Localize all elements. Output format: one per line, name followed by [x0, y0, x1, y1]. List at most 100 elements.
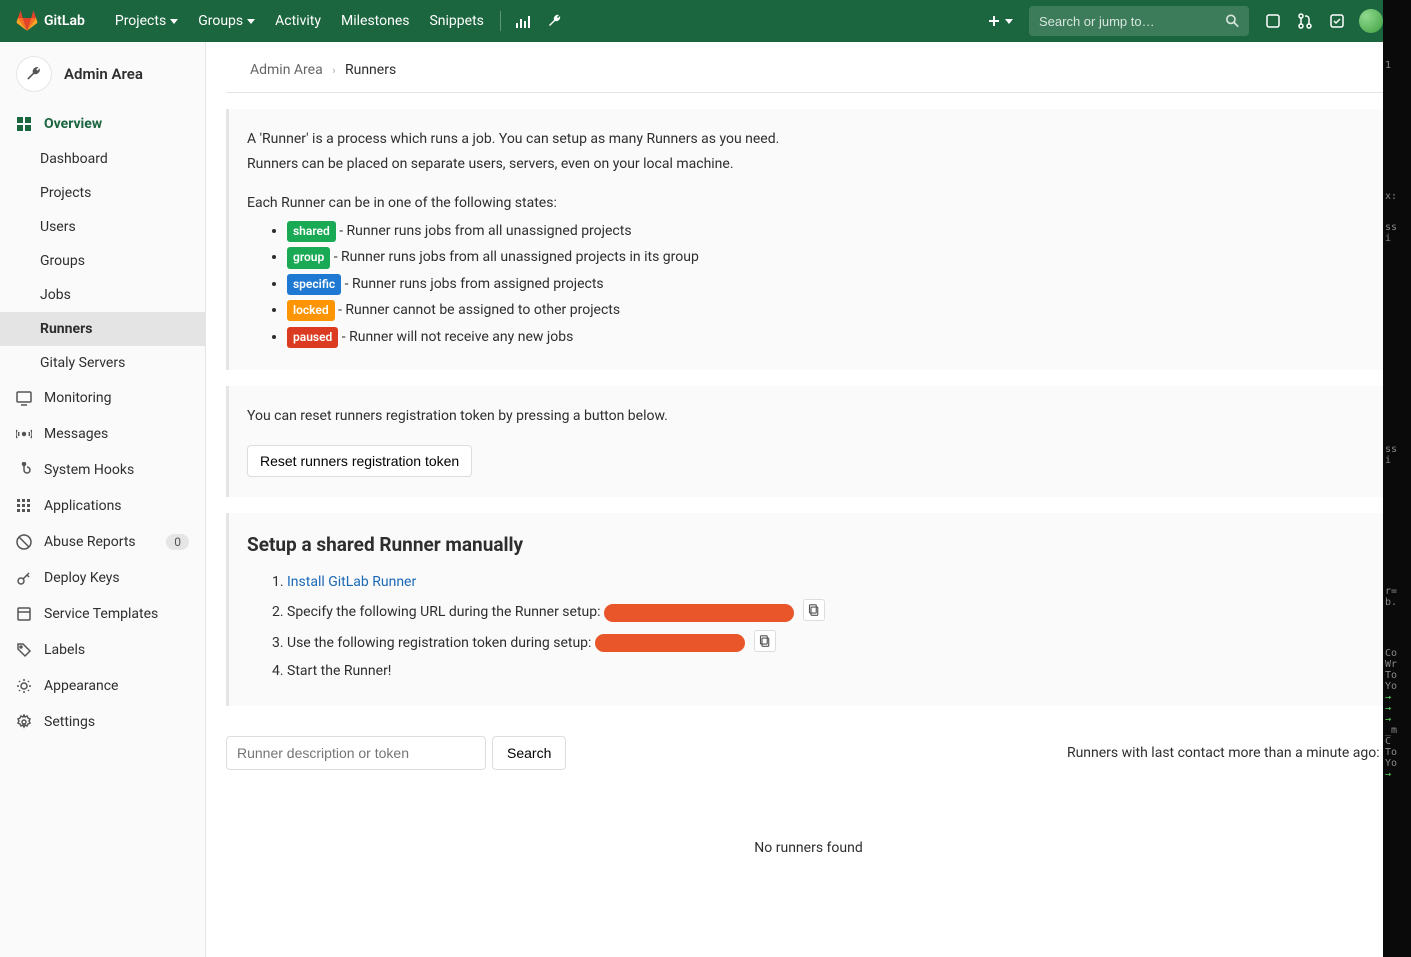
new-dropdown[interactable] [979, 0, 1021, 42]
runner-search-button[interactable]: Search [492, 736, 566, 770]
reset-token-button[interactable]: Reset runners registration token [247, 445, 472, 477]
search-row: Search Runners with last contact more th… [226, 736, 1391, 770]
sidebar-item-appearance[interactable]: Appearance [0, 668, 205, 704]
sidebar-item-hooks[interactable]: System Hooks [0, 452, 205, 488]
nav-groups[interactable]: Groups [188, 0, 265, 42]
info-line-1: A 'Runner' is a process which runs a job… [247, 129, 1373, 150]
info-line-2: Runners can be placed on separate users,… [247, 154, 1373, 175]
sidebar-item-messages[interactable]: Messages [0, 416, 205, 452]
install-runner-link[interactable]: Install GitLab Runner [287, 574, 416, 590]
runner-state-item: locked - Runner cannot be assigned to ot… [287, 297, 1373, 323]
sidebar: Admin Area Overview Dashboard Projects U… [0, 42, 206, 957]
label-icon [16, 642, 32, 658]
sidebar-item-abuse[interactable]: Abuse Reports 0 [0, 524, 205, 560]
state-badge: group [287, 247, 330, 268]
merge-requests-icon-button[interactable] [1289, 0, 1321, 42]
merge-icon [1297, 13, 1313, 29]
todos-icon-button[interactable] [1321, 0, 1353, 42]
sidebar-item-groups[interactable]: Groups [0, 244, 205, 278]
info-line-3: Each Runner can be in one of the followi… [247, 193, 1373, 214]
search-icon [1226, 14, 1239, 28]
sidebar-title: Admin Area [64, 65, 143, 83]
terminal-strip: 1 x: ss i ss i r= b. Co Wr To Yo → → → _… [1383, 0, 1411, 957]
setup-step-2: Specify the following URL during the Run… [287, 596, 1373, 626]
sidebar-item-jobs[interactable]: Jobs [0, 278, 205, 312]
setup-heading: Setup a shared Runner manually [247, 533, 1373, 556]
sidebar-item-settings[interactable]: Settings [0, 704, 205, 740]
sidebar-item-deploykeys[interactable]: Deploy Keys [0, 560, 205, 596]
gitlab-icon [16, 10, 38, 32]
sidebar-overview[interactable]: Overview [0, 106, 205, 142]
sidebar-item-dashboard[interactable]: Dashboard [0, 142, 205, 176]
state-badge: specific [287, 274, 341, 295]
sidebar-item-users[interactable]: Users [0, 210, 205, 244]
breadcrumb-current: Runners [345, 62, 396, 78]
setup-step-3: Use the following registration token dur… [287, 627, 1373, 657]
chevron-down-icon [247, 19, 255, 24]
broadcast-icon [16, 426, 32, 442]
copy-url-button[interactable] [803, 599, 825, 621]
main-content: Admin Area › Runners A 'Runner' is a pro… [206, 42, 1411, 957]
user-avatar[interactable] [1359, 9, 1383, 33]
appearance-icon [16, 678, 32, 694]
setup-panel: Setup a shared Runner manually Install G… [226, 513, 1391, 706]
abuse-count-badge: 0 [166, 534, 189, 550]
monitor-icon [16, 390, 32, 406]
state-badge: locked [287, 300, 335, 321]
sidebar-item-labels[interactable]: Labels [0, 632, 205, 668]
chevron-down-icon [1005, 19, 1013, 24]
empty-state: No runners found [206, 770, 1411, 926]
issues-icon [1265, 13, 1281, 29]
apps-icon [16, 498, 32, 514]
sidebar-item-gitaly[interactable]: Gitaly Servers [0, 346, 205, 380]
runners-contact-status: Runners with last contact more than a mi… [1067, 745, 1391, 761]
template-icon [16, 606, 32, 622]
runner-state-item: paused - Runner will not receive any new… [287, 324, 1373, 350]
redacted-url [604, 604, 794, 622]
search-input[interactable] [1039, 14, 1226, 29]
copy-token-button[interactable] [754, 630, 776, 652]
clipboard-icon [808, 604, 820, 616]
nav-milestones[interactable]: Milestones [331, 0, 420, 42]
admin-icon-button[interactable] [539, 0, 571, 42]
nav-activity[interactable]: Activity [265, 0, 331, 42]
sidebar-item-templates[interactable]: Service Templates [0, 596, 205, 632]
gear-icon [16, 714, 32, 730]
reset-panel: You can reset runners registration token… [226, 386, 1391, 497]
nav-snippets[interactable]: Snippets [419, 0, 493, 42]
sidebar-item-monitoring[interactable]: Monitoring [0, 380, 205, 416]
breadcrumb-parent[interactable]: Admin Area [250, 62, 323, 78]
hook-icon [16, 462, 32, 478]
runner-state-item: shared - Runner runs jobs from all unass… [287, 218, 1373, 244]
setup-step-1: Install GitLab Runner [287, 568, 1373, 596]
breadcrumb: Admin Area › Runners [226, 42, 1391, 93]
nav-projects[interactable]: Projects [105, 0, 188, 42]
admin-area-icon [16, 56, 52, 92]
breadcrumb-separator: › [332, 64, 335, 77]
wrench-icon [25, 65, 43, 83]
runner-state-item: specific - Runner runs jobs from assigne… [287, 271, 1373, 297]
metrics-icon-button[interactable] [507, 0, 539, 42]
global-search[interactable] [1029, 6, 1249, 36]
redacted-token [595, 634, 745, 652]
overview-icon [16, 116, 32, 132]
runner-states-list: shared - Runner runs jobs from all unass… [247, 218, 1373, 350]
state-badge: paused [287, 327, 338, 348]
info-panel: A 'Runner' is a process which runs a job… [226, 109, 1391, 370]
sidebar-item-applications[interactable]: Applications [0, 488, 205, 524]
brand-name: GitLab [44, 13, 85, 29]
clipboard-icon [759, 635, 771, 647]
abuse-icon [16, 534, 32, 550]
sidebar-item-runners[interactable]: Runners [0, 312, 205, 346]
reset-text: You can reset runners registration token… [247, 406, 1373, 427]
chart-icon [515, 13, 531, 29]
issues-icon-button[interactable] [1257, 0, 1289, 42]
divider [500, 11, 501, 31]
brand-logo[interactable]: GitLab [16, 10, 85, 32]
sidebar-header: Admin Area [0, 42, 205, 106]
wrench-icon [547, 13, 563, 29]
topbar: GitLab Projects Groups Activity Mileston… [0, 0, 1411, 42]
sidebar-item-projects[interactable]: Projects [0, 176, 205, 210]
runner-search-input[interactable] [226, 736, 486, 770]
todo-icon [1329, 13, 1345, 29]
